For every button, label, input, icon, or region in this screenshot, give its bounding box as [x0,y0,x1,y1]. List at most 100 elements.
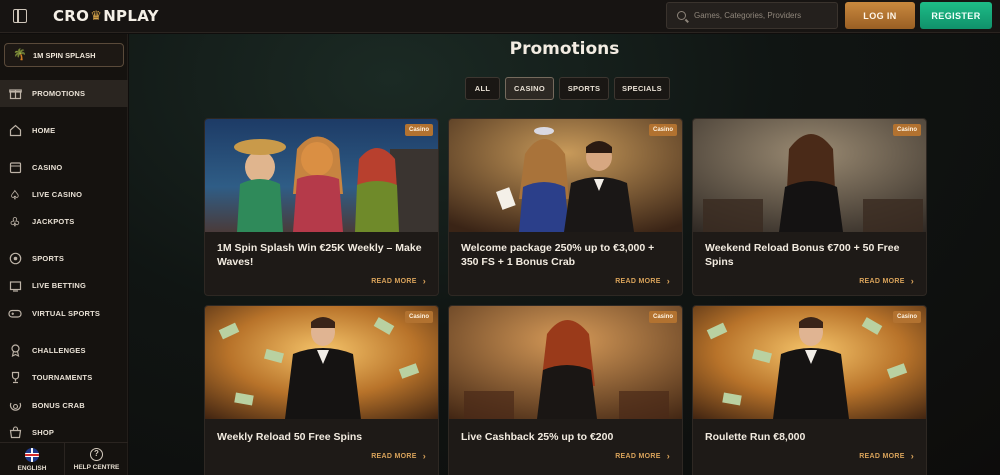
promo-title: Roulette Run €8,000 [705,431,806,443]
language-label: ENGLISH [17,464,47,472]
category-badge: Casino [892,311,921,323]
sidebar-item-jackpots[interactable]: ♧ JACKPOTS [0,208,128,235]
read-more-link[interactable]: READ MORE › [859,276,914,286]
promo-image-mermaids: Casino [205,119,438,232]
promo-card-live-cashback[interactable]: Casino Live Cashback 25% up to €200 READ… [448,305,683,475]
chevron-right-icon: › [422,451,426,461]
sidebar-item-home[interactable]: HOME [0,117,128,144]
uk-flag-icon [25,447,39,462]
gamepad-icon [8,307,22,321]
chevron-right-icon: › [666,276,670,286]
crown-icon: ♛ [90,8,103,24]
spin-splash-banner[interactable]: 🌴 1M SPIN SPLASH [4,43,124,67]
sidebar-item-label: PROMOTIONS [32,89,86,98]
sidebar-item-label: LIVE CASINO [32,190,83,199]
read-more-link[interactable]: READ MORE › [859,451,914,461]
category-badge: Casino [648,311,677,323]
sidebar-item-challenges[interactable]: CHALLENGES [0,337,128,364]
read-more-link[interactable]: READ MORE › [371,276,426,286]
promo-card-roulette-run[interactable]: Casino Roulette Run €8,000 READ MORE › [692,305,927,475]
read-more-link[interactable]: READ MORE › [615,451,670,461]
sidebar-item-sports[interactable]: SPORTS [0,245,128,272]
question-mark-icon: ? [90,448,103,461]
read-more-label: READ MORE [615,452,661,460]
read-more-label: READ MORE [371,277,417,285]
sidebar-item-promotions[interactable]: PROMOTIONS [0,80,128,107]
spin-splash-label: 1M SPIN SPLASH [33,50,96,60]
category-badge: Casino [648,124,677,136]
sidebar-item-casino[interactable]: CASINO [0,154,128,181]
trophy-icon [8,371,22,385]
category-badge: Casino [892,124,921,136]
tab-specials[interactable]: SPECIALS [614,77,670,100]
tab-all[interactable]: ALL [465,77,500,100]
tab-sports[interactable]: SPORTS [559,77,609,100]
sidebar-item-label: SPORTS [32,254,65,263]
promo-card-weekend-reload[interactable]: Casino Weekend Reload Bonus €700 + 50 Fr… [692,118,927,296]
language-selector[interactable]: ENGLISH [0,443,64,475]
main-content: Promotions ALL CASINO SPORTS SPECIALS Ca… [129,34,1000,475]
page-title: Promotions [509,39,620,59]
tab-casino[interactable]: CASINO [505,77,554,100]
medal-icon [8,344,22,358]
promotion-filter-tabs: ALL CASINO SPORTS SPECIALS [465,77,670,100]
brand-logo[interactable]: CRO ♛ NPLAY [53,7,159,25]
promo-card-1m-spin-splash[interactable]: Casino 1M Spin Splash Win €25K Weekly – … [204,118,439,296]
sidebar-item-label: CHALLENGES [32,346,86,355]
shop-icon [8,426,22,440]
register-button[interactable]: REGISTER [920,2,992,29]
promo-card-weekly-reload[interactable]: Casino Weekly Reload 50 Free Spins READ … [204,305,439,475]
sidebar-item-label: JACKPOTS [32,217,75,226]
sidebar-item-label: LIVE BETTING [32,281,87,290]
brand-logo-text-pre: CRO [53,7,90,25]
promo-image-woman-casino: Casino [693,119,926,232]
sidebar-item-label: HOME [32,126,56,135]
sidebar-item-bonus-crab[interactable]: BONUS CRAB [0,392,128,419]
brand-logo-text-post: NPLAY [103,7,159,25]
sidebar-toggle-icon[interactable] [13,9,27,23]
sidebar-item-label: TOURNAMENTS [32,373,93,382]
help-centre-link[interactable]: ? HELP CENTRE [64,443,128,475]
chevron-right-icon: › [910,451,914,461]
chevron-right-icon: › [910,276,914,286]
sidebar-item-live-betting[interactable]: LIVE BETTING [0,272,128,299]
sidebar-item-label: SHOP [32,428,55,437]
promo-title: Live Cashback 25% up to €200 [461,431,614,443]
read-more-label: READ MORE [371,452,417,460]
promo-image-man-money: Casino [205,306,438,419]
sidebar-item-label: CASINO [32,163,63,172]
category-badge: Casino [404,311,433,323]
read-more-link[interactable]: READ MORE › [615,276,670,286]
promo-title: Welcome package 250% up to €3,000 + 350 … [461,242,655,268]
promo-title: Weekly Reload 50 Free Spins [217,431,363,443]
promo-title: Weekend Reload Bonus €700 + 50 Free Spin… [705,242,900,268]
live-betting-icon [8,279,22,293]
palm-tree-icon: 🌴 [13,49,27,61]
promo-image-woman-redhair: Casino [449,306,682,419]
category-badge: Casino [404,124,433,136]
gift-icon [8,87,22,101]
chevron-right-icon: › [422,276,426,286]
top-header: CRO ♛ NPLAY LOG IN REGISTER [0,0,1000,33]
sidebar-item-label: VIRTUAL SPORTS [32,309,101,318]
promo-card-welcome-package[interactable]: Casino Welcome package 250% up to €3,000… [448,118,683,296]
search-box[interactable] [666,2,838,29]
search-input[interactable] [694,11,834,20]
sidebar-item-tournaments[interactable]: TOURNAMENTS [0,364,128,391]
sidebar-footer: ENGLISH ? HELP CENTRE [0,442,128,475]
clover-icon: ♧ [9,214,21,229]
promo-image-man-money-2: Casino [693,306,926,419]
soccer-ball-icon [8,252,22,266]
sidebar-item-live-casino[interactable]: ♤ LIVE CASINO [0,181,128,208]
read-more-link[interactable]: READ MORE › [371,451,426,461]
spade-icon: ♤ [9,187,21,202]
sidebar-item-virtual-sports[interactable]: VIRTUAL SPORTS [0,300,128,327]
help-centre-label: HELP CENTRE [73,464,120,471]
slot-machine-icon [8,161,22,175]
promo-title: 1M Spin Splash Win €25K Weekly – Make Wa… [217,242,422,268]
home-icon [8,124,22,138]
search-icon [677,11,686,20]
login-button[interactable]: LOG IN [845,2,915,29]
promo-image-couple-cards: Casino [449,119,682,232]
crab-icon [8,399,22,413]
